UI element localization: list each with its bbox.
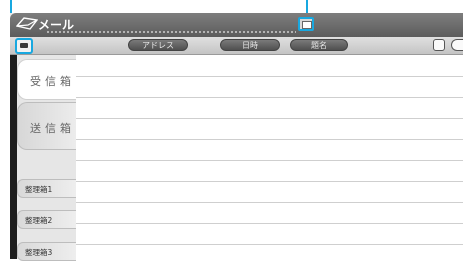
title-bar: メール	[10, 13, 463, 37]
sort-subject-button[interactable]: 題名	[290, 39, 348, 51]
list-row-line	[76, 244, 463, 245]
folder-storage-3-label: 整理箱3	[25, 248, 53, 257]
screen-toggle-icon[interactable]	[298, 17, 314, 31]
folder-storage-2-label: 整理箱2	[25, 216, 53, 225]
mail-app-window: メール アドレス 日時 題名 受信箱 送信箱 整理箱1 整理箱2 整理箱3	[10, 13, 463, 261]
list-row-line	[76, 118, 463, 119]
list-row-line	[76, 97, 463, 98]
folder-storage-2[interactable]: 整理箱2	[17, 210, 76, 229]
list-row-line	[76, 223, 463, 224]
folder-storage-3[interactable]: 整理箱3	[17, 242, 76, 261]
next-page-icon[interactable]	[451, 39, 463, 51]
sort-date-button[interactable]: 日時	[220, 39, 280, 51]
list-row-line	[76, 76, 463, 77]
page-icon[interactable]	[433, 39, 445, 51]
sort-address-button[interactable]: アドレス	[128, 39, 188, 51]
folder-inbox-label: 受信箱	[30, 75, 75, 88]
list-row-line	[76, 202, 463, 203]
mailbox-icon[interactable]	[15, 38, 33, 54]
folder-inbox[interactable]: 受信箱	[17, 59, 76, 100]
list-row-line	[76, 139, 463, 140]
mail-list	[76, 55, 463, 259]
list-row-line	[76, 160, 463, 161]
envelope-outline-icon	[15, 16, 39, 36]
toolbar: アドレス 日時 題名	[10, 37, 463, 55]
title-decoration-dots	[46, 30, 296, 35]
folder-storage-1-label: 整理箱1	[25, 185, 53, 194]
list-row-line	[76, 181, 463, 182]
folder-outbox[interactable]: 送信箱	[17, 102, 76, 150]
folder-outbox-label: 送信箱	[30, 122, 75, 135]
folder-storage-1[interactable]: 整理箱1	[17, 179, 76, 198]
sidebar-edge	[10, 55, 17, 259]
